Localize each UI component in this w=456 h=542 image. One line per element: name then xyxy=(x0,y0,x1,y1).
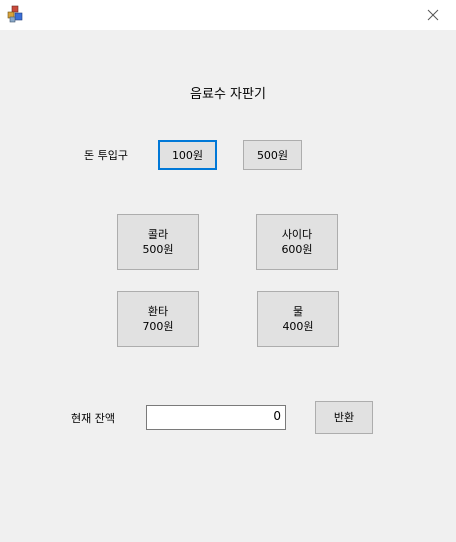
drink-name: 사이다 xyxy=(281,228,313,241)
close-icon xyxy=(427,6,439,25)
drink-name: 물 xyxy=(292,305,304,318)
drink-cider-button[interactable]: 사이다 600원 xyxy=(256,214,338,270)
drink-water-button[interactable]: 물 400원 xyxy=(257,291,339,347)
insert-100-label: 100원 xyxy=(171,148,204,162)
insert-500-label: 500원 xyxy=(256,148,289,162)
insert-100-button[interactable]: 100원 xyxy=(158,140,217,170)
insert-500-button[interactable]: 500원 xyxy=(243,140,302,170)
balance-label: 현재 잔액 xyxy=(71,412,115,425)
drink-price: 500원 xyxy=(142,243,174,256)
vending-machine-window: 음료수 자판기 돈 투입구 100원 500원 콜라 500원 사이다 600원… xyxy=(0,0,456,542)
drink-cola-button[interactable]: 콜라 500원 xyxy=(117,214,199,270)
drink-price: 700원 xyxy=(142,320,174,333)
page-title: 음료수 자판기 xyxy=(0,83,456,102)
drink-name: 환타 xyxy=(147,305,169,318)
return-label: 반환 xyxy=(333,411,355,424)
close-button[interactable] xyxy=(410,0,456,30)
drink-fanta-button[interactable]: 환타 700원 xyxy=(117,291,199,347)
drink-name: 콜라 xyxy=(147,228,169,241)
money-slot-label: 돈 투입구 xyxy=(84,149,128,162)
page-title-text: 음료수 자판기 xyxy=(190,87,266,102)
return-button[interactable]: 반환 xyxy=(315,401,373,434)
title-bar[interactable] xyxy=(0,0,456,30)
drink-price: 600원 xyxy=(281,243,313,256)
balance-field[interactable]: 0 xyxy=(146,405,286,430)
drink-price: 400원 xyxy=(282,320,314,333)
app-blocks-icon xyxy=(7,5,23,23)
